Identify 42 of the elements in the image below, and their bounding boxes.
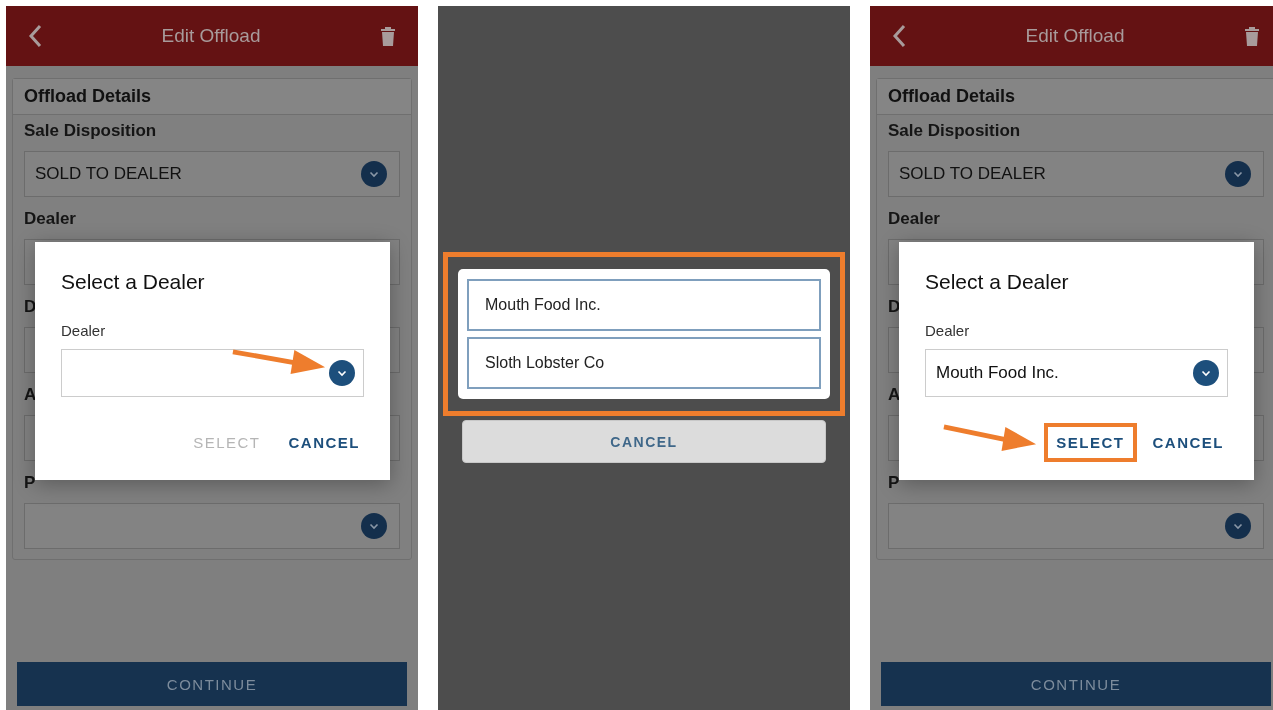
- screen-title: Edit Offload: [160, 25, 262, 47]
- continue-button[interactable]: CONTINUE: [881, 662, 1271, 706]
- dialog-title: Select a Dealer: [61, 270, 205, 294]
- field-label: Sale Disposition: [24, 121, 158, 141]
- trash-icon[interactable]: [380, 26, 396, 46]
- field-label: P: [888, 473, 901, 493]
- cancel-button[interactable]: CANCEL: [462, 420, 826, 463]
- dropdown-icon[interactable]: [361, 513, 387, 539]
- back-icon[interactable]: [28, 24, 42, 48]
- dropdown-icon[interactable]: [1225, 161, 1251, 187]
- field-label: P: [24, 473, 37, 493]
- section-title: Offload Details: [888, 86, 1016, 106]
- field-label: A: [888, 385, 902, 405]
- dealer-option[interactable]: Sloth Lobster Co: [467, 337, 821, 389]
- field-label: Dealer: [888, 209, 941, 229]
- dropdown-icon[interactable]: [1193, 360, 1219, 386]
- dealer-select-field[interactable]: Mouth Food Inc.: [925, 349, 1228, 397]
- field-label: Sale Disposition: [888, 121, 1022, 141]
- select-field[interactable]: [888, 503, 1264, 549]
- dialog-title: Select a Dealer: [925, 270, 1069, 294]
- field-label: Dealer: [61, 322, 106, 339]
- continue-button[interactable]: CONTINUE: [17, 662, 407, 706]
- dropdown-icon[interactable]: [361, 161, 387, 187]
- dealer-option[interactable]: Mouth Food Inc.: [467, 279, 821, 331]
- dialog-button[interactable]: CANCEL: [276, 423, 372, 462]
- dialog-button[interactable]: SELECT: [1044, 423, 1137, 462]
- field-label: D: [888, 297, 902, 317]
- select-field[interactable]: SOLD TO DEALER: [888, 151, 1264, 197]
- field-label: A: [24, 385, 38, 405]
- field-label: D: [24, 297, 38, 317]
- back-icon[interactable]: [892, 24, 906, 48]
- select-field[interactable]: SOLD TO DEALER: [24, 151, 400, 197]
- dropdown-icon[interactable]: [329, 360, 355, 386]
- select-field[interactable]: [24, 503, 400, 549]
- dealer-select-field[interactable]: [61, 349, 364, 397]
- screen-title: Edit Offload: [1024, 25, 1126, 47]
- section-title: Offload Details: [24, 86, 152, 106]
- dropdown-icon[interactable]: [1225, 513, 1251, 539]
- dialog-button[interactable]: CANCEL: [1140, 423, 1236, 462]
- field-label: Dealer: [24, 209, 77, 229]
- trash-icon[interactable]: [1244, 26, 1260, 46]
- field-label: Dealer: [925, 322, 970, 339]
